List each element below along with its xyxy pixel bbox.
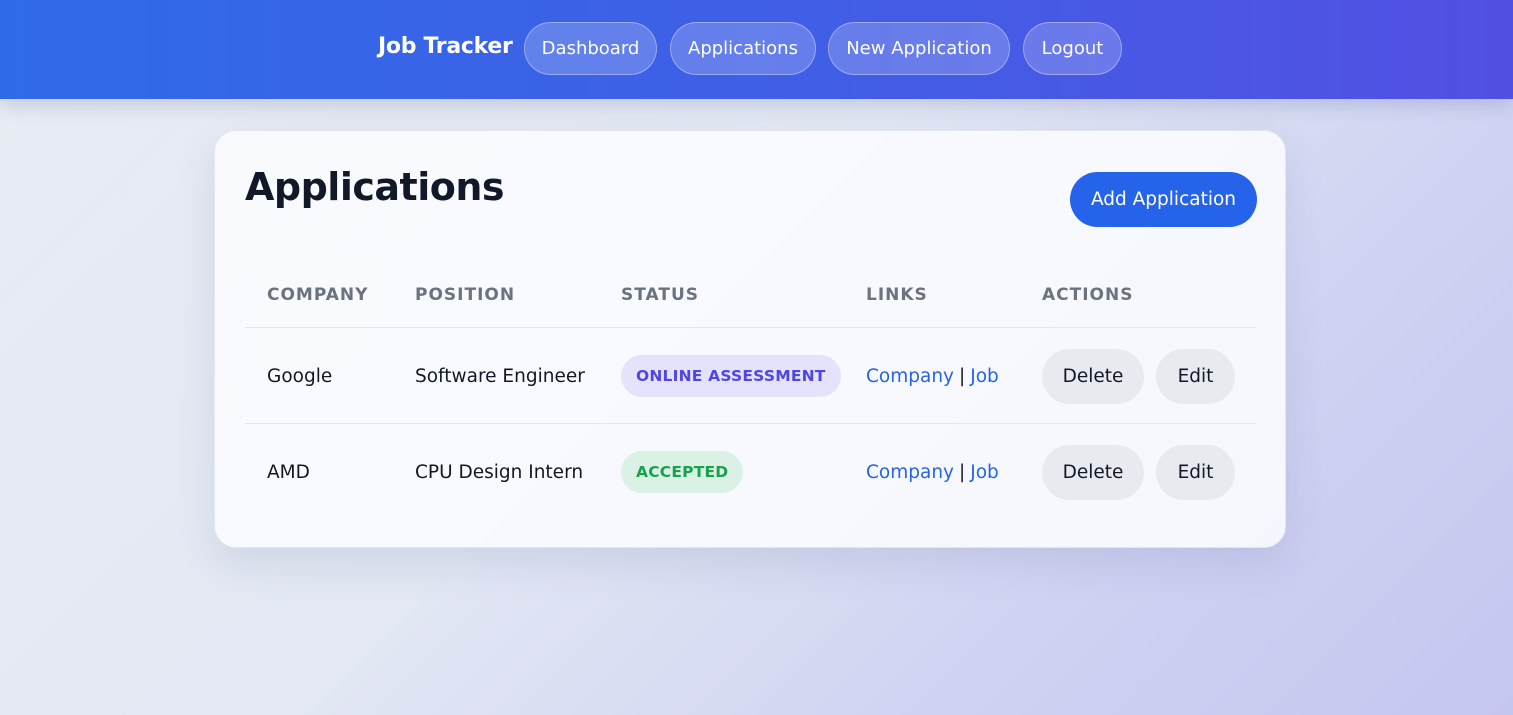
cell-company: AMD — [267, 461, 310, 483]
add-application-button[interactable]: Add Application — [1070, 172, 1257, 227]
nav-logout-button[interactable]: Logout — [1023, 22, 1122, 75]
column-header-company: COMPANY — [267, 285, 369, 305]
status-badge: ONLINE ASSESSMENT — [621, 355, 841, 397]
edit-button[interactable]: Edit — [1156, 349, 1235, 404]
applications-card: Applications Add Application COMPANY POS… — [214, 130, 1286, 548]
delete-button[interactable]: Delete — [1042, 445, 1144, 500]
column-header-position: POSITION — [415, 285, 516, 305]
nav-new-application-button[interactable]: New Application — [828, 22, 1010, 75]
table-row: Google Software Engineer ONLINE ASSESSME… — [215, 328, 1287, 424]
table-row: AMD CPU Design Intern ACCEPTED Company |… — [215, 424, 1287, 520]
company-link[interactable]: Company — [866, 366, 954, 387]
column-header-actions: ACTIONS — [1042, 285, 1134, 305]
cell-links: Company | Job — [866, 328, 999, 424]
column-header-links: LINKS — [866, 285, 928, 305]
cell-position: CPU Design Intern — [415, 461, 584, 483]
delete-button[interactable]: Delete — [1042, 349, 1144, 404]
link-separator: | — [959, 461, 966, 483]
edit-button[interactable]: Edit — [1156, 445, 1235, 500]
cell-position: Software Engineer — [415, 365, 585, 387]
top-navbar: Job Tracker Dashboard Applications New A… — [0, 0, 1513, 99]
link-separator: | — [959, 365, 966, 387]
cell-status: ACCEPTED — [621, 424, 744, 520]
page-title: Applications — [245, 165, 505, 209]
column-header-status: STATUS — [621, 285, 700, 305]
job-link[interactable]: Job — [970, 462, 999, 483]
job-link[interactable]: Job — [970, 366, 999, 387]
cell-links: Company | Job — [866, 424, 999, 520]
brand-logo-text[interactable]: Job Tracker — [378, 34, 513, 59]
cell-company: Google — [267, 365, 333, 387]
nav-applications-button[interactable]: Applications — [670, 22, 816, 75]
company-link[interactable]: Company — [866, 462, 954, 483]
status-badge: ACCEPTED — [621, 451, 744, 493]
cell-status: ONLINE ASSESSMENT — [621, 328, 841, 424]
nav-dashboard-button[interactable]: Dashboard — [524, 22, 657, 75]
